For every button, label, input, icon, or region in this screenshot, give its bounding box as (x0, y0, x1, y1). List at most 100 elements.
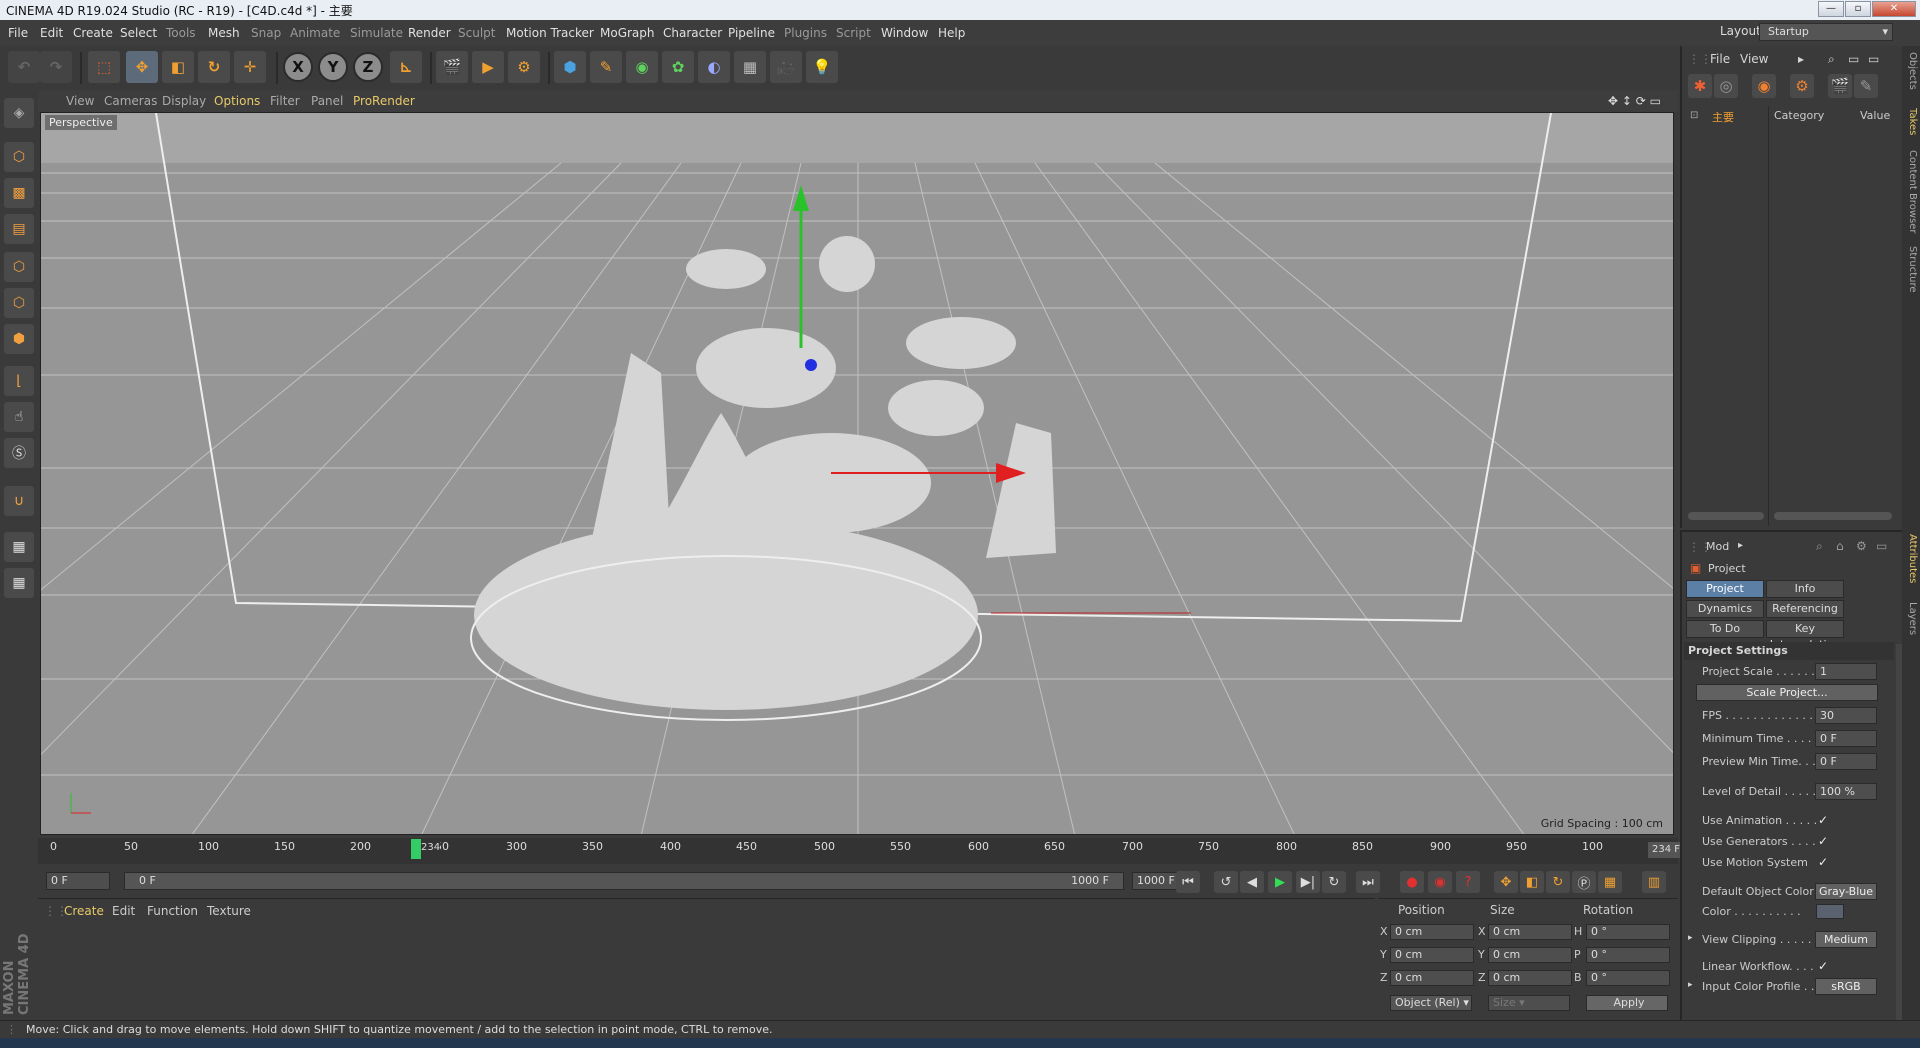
key-rotation-icon[interactable]: ↻ (1546, 871, 1570, 893)
solo-mode-icon[interactable]: Ⓢ (4, 438, 34, 468)
floor-icon[interactable]: ▦ (734, 51, 766, 83)
menu-snap[interactable]: Snap (251, 26, 281, 40)
lock-workplane-icon[interactable]: ▦ (4, 532, 34, 562)
keyframe-selection-icon[interactable]: ? (1456, 871, 1480, 893)
menu-pipeline[interactable]: Pipeline (728, 26, 775, 40)
menu-create[interactable]: Create (73, 26, 113, 40)
viewport-menu-options[interactable]: Options (214, 94, 260, 108)
make-editable-icon[interactable]: ◈ (4, 98, 34, 128)
apply-button[interactable]: Apply (1586, 995, 1668, 1011)
coordinate-system-icon[interactable]: ⊾ (390, 51, 422, 83)
edges-mode-icon[interactable]: ⬡ (4, 288, 34, 318)
side-tab-structure[interactable]: Structure (1904, 246, 1918, 293)
viewport-menu-view[interactable]: View (66, 94, 94, 108)
menu-motion-tracker[interactable]: Motion Tracker (506, 26, 594, 40)
chevron-right-icon[interactable]: ▸ (1738, 540, 1743, 551)
go-to-end-icon[interactable]: ⏭ (1356, 871, 1380, 893)
position-x-field[interactable]: 0 cm (1390, 924, 1474, 940)
timeline-window-icon[interactable]: ▥ (1642, 871, 1666, 893)
cloner-icon[interactable]: ✿ (662, 51, 694, 83)
go-to-start-icon[interactable]: ⏮ (1176, 871, 1200, 893)
menu-simulate[interactable]: Simulate (350, 26, 403, 40)
next-key-icon[interactable]: ↻ (1322, 871, 1346, 893)
snapping-icon[interactable]: ∪ (4, 486, 34, 516)
tab-info[interactable]: Info (1766, 580, 1844, 598)
start-frame-field[interactable]: 0 F (46, 872, 110, 890)
timeline-ruler[interactable]: 0 50 100 150 200 250 300 350 400 450 500… (38, 838, 1710, 864)
tab-key-interpolation[interactable]: Key Interpolation (1766, 620, 1844, 651)
minimum-time-field[interactable]: 0 F (1815, 730, 1877, 747)
coordinate-mode-select[interactable]: Object (Rel) ▾ (1390, 995, 1472, 1011)
rotate-tool-icon[interactable]: ↻ (198, 51, 230, 83)
use-animation-checkbox[interactable]: ✓ (1818, 813, 1828, 827)
expand-arrow-icon[interactable]: ▸ (1688, 933, 1693, 943)
default-object-color-select[interactable]: Gray-Blue (1815, 883, 1877, 900)
camera-icon[interactable]: 🎥 (770, 51, 802, 83)
menu-edit[interactable]: Edit (40, 26, 63, 40)
size-y-field[interactable]: 0 cm (1488, 947, 1572, 963)
viewport-menu-panel[interactable]: Panel (311, 94, 343, 108)
render-take-icon[interactable]: ✎ (1854, 74, 1878, 98)
side-tab-content-browser[interactable]: Content Browser (1904, 150, 1918, 233)
tab-project-settings[interactable]: Project Settings (1686, 580, 1764, 611)
position-z-field[interactable]: 0 cm (1390, 970, 1474, 986)
object-menu-file[interactable]: File (1710, 52, 1730, 66)
preview-min-time-field[interactable]: 0 F (1815, 753, 1877, 770)
expand-arrow-icon[interactable]: ▸ (1688, 980, 1693, 990)
key-position-icon[interactable]: ✥ (1494, 871, 1518, 893)
move-tool-icon[interactable]: ✥ (126, 51, 158, 83)
new-window-icon[interactable]: ▭ (1868, 52, 1879, 66)
perspective-viewport[interactable]: Perspective Grid Spacing : 100 cm (40, 112, 1674, 835)
side-tab-objects[interactable]: Objects (1904, 52, 1918, 90)
override-icon[interactable]: ◉ (1752, 74, 1776, 98)
use-motion-system-checkbox[interactable]: ✓ (1818, 855, 1828, 869)
rotation-b-field[interactable]: 0 ° (1586, 970, 1670, 986)
key-scale-icon[interactable]: ◧ (1520, 871, 1544, 893)
menu-render[interactable]: Render (408, 26, 451, 40)
lock-icon[interactable]: ⌂ (1836, 539, 1844, 553)
render-to-picture-viewer-icon[interactable]: ▶ (472, 51, 504, 83)
next-frame-icon[interactable]: ▶| (1296, 871, 1320, 893)
camera-take-icon[interactable]: 🎬 (1828, 74, 1852, 98)
menu-sculpt[interactable]: Sculpt (458, 26, 495, 40)
recent-tool-icon[interactable]: ✛ (234, 51, 266, 83)
input-color-profile-select[interactable]: sRGB (1815, 978, 1877, 995)
material-menu-create[interactable]: Create (64, 904, 104, 918)
object-menu-view[interactable]: View (1740, 52, 1768, 66)
menu-script[interactable]: Script (836, 26, 871, 40)
search-icon[interactable]: ⌕ (1828, 52, 1835, 67)
side-tab-takes[interactable]: Takes (1904, 108, 1918, 135)
linear-workflow-checkbox[interactable]: ✓ (1818, 959, 1828, 973)
layer-icon[interactable]: ▭ (1848, 52, 1859, 66)
light-icon[interactable]: 💡 (806, 51, 838, 83)
color-swatch[interactable] (1816, 904, 1844, 919)
live-selection-icon[interactable]: ⬚ (88, 51, 120, 83)
tab-dynamics[interactable]: Dynamics (1686, 600, 1764, 618)
viewport-menu-filter[interactable]: Filter (270, 94, 300, 108)
tab-to-do[interactable]: To Do (1686, 620, 1764, 638)
side-tab-layers[interactable]: Layers (1904, 602, 1918, 635)
size-mode-select[interactable]: Size ▾ (1488, 995, 1570, 1011)
menu-file[interactable]: File (8, 26, 28, 40)
render-settings-icon[interactable]: ⚙ (508, 51, 540, 83)
undo-icon[interactable]: ↶ (8, 51, 40, 83)
menu-character[interactable]: Character (663, 26, 722, 40)
menu-plugins[interactable]: Plugins (784, 26, 827, 40)
points-mode-icon[interactable]: ⬡ (4, 252, 34, 282)
texture-mode-icon[interactable]: ▩ (4, 178, 34, 208)
autokeying-icon[interactable]: ◉ (1428, 871, 1452, 893)
previous-key-icon[interactable]: ↺ (1214, 871, 1238, 893)
record-active-icon[interactable]: ● (1400, 871, 1424, 893)
maximize-button[interactable]: ▫ (1845, 1, 1871, 17)
workplane-icon[interactable]: ▤ (4, 214, 34, 244)
horizontal-scrollbar[interactable] (1688, 512, 1764, 520)
play-icon[interactable]: ▶ (1268, 871, 1292, 893)
menu-help[interactable]: Help (938, 26, 965, 40)
size-z-field[interactable]: 0 cm (1488, 970, 1572, 986)
y-axis-lock-button[interactable]: Y (318, 52, 348, 82)
project-scale-field[interactable]: 1 (1815, 663, 1877, 680)
search-icon[interactable]: ⌕ (1816, 539, 1823, 554)
scale-project-button[interactable]: Scale Project... (1696, 684, 1878, 701)
model-mode-icon[interactable]: ⬡ (4, 142, 34, 172)
menu-window[interactable]: Window (881, 26, 928, 40)
